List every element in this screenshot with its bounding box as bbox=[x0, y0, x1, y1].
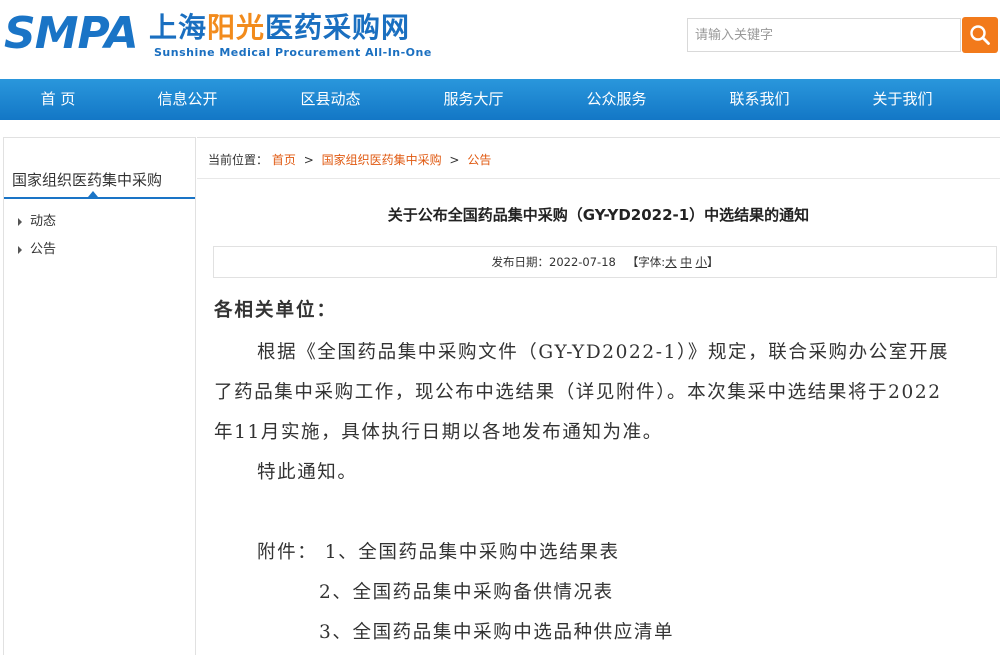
sidebar-item-news[interactable]: 动态 bbox=[4, 208, 195, 236]
article-paragraph-line: 年11月实施，具体执行日期以各地发布通知为准。 bbox=[214, 422, 663, 443]
font-size-small-link[interactable]: 小 bbox=[696, 255, 708, 269]
publish-date: 2022-07-18 bbox=[549, 255, 616, 269]
font-size-medium-link[interactable]: 中 bbox=[680, 255, 692, 269]
sidebar-item-label: 公告 bbox=[30, 242, 57, 257]
sidebar-title: 国家组织医药集中采购 bbox=[4, 165, 195, 199]
nav-service-hall[interactable]: 服务大厅 bbox=[402, 79, 545, 120]
main-content: 当前位置： 首页 > 国家组织医药集中采购 > 公告 关于公布全国药品集中采购（… bbox=[197, 137, 1000, 655]
caret-right-icon bbox=[18, 246, 22, 254]
search-icon bbox=[970, 25, 990, 45]
publish-label: 发布日期： bbox=[491, 255, 550, 269]
font-size-large-link[interactable]: 大 bbox=[665, 255, 677, 269]
nav-contact-us[interactable]: 联系我们 bbox=[688, 79, 831, 120]
font-size-label-end: 】 bbox=[707, 255, 719, 269]
sidebar: 国家组织医药集中采购 动态 公告 bbox=[3, 137, 196, 655]
article-notice: 特此通知。 bbox=[257, 462, 358, 483]
sidebar-title-caret-icon bbox=[88, 191, 98, 197]
nav-public-service[interactable]: 公众服务 bbox=[545, 79, 688, 120]
nav-info-disclosure[interactable]: 信息公开 bbox=[116, 79, 259, 120]
breadcrumb-divider bbox=[197, 178, 1000, 179]
sidebar-item-announcements[interactable]: 公告 bbox=[4, 236, 195, 264]
site-header: SMPA 上海阳光医药采购网 Sunshine Medical Procurem… bbox=[0, 0, 1000, 78]
breadcrumb-prefix: 当前位置： bbox=[208, 153, 269, 167]
attachment-item: 3、全国药品集中采购中选品种供应清单 bbox=[319, 622, 675, 643]
search-button[interactable] bbox=[962, 17, 998, 53]
nav-about-us[interactable]: 关于我们 bbox=[831, 79, 974, 120]
logo-abbr: SMPA bbox=[4, 8, 139, 59]
nav-district-news[interactable]: 区县动态 bbox=[259, 79, 402, 120]
logo-english-name: Sunshine Medical Procurement All-In-One bbox=[154, 46, 432, 59]
breadcrumb-separator: > bbox=[303, 153, 314, 167]
caret-right-icon bbox=[18, 218, 22, 226]
site-logo[interactable]: SMPA 上海阳光医药采购网 Sunshine Medical Procurem… bbox=[4, 8, 431, 68]
main-nav: 首 页 信息公开 区县动态 服务大厅 公众服务 联系我们 关于我们 bbox=[0, 79, 1000, 120]
breadcrumb-category-link[interactable]: 国家组织医药集中采购 bbox=[322, 153, 442, 167]
search-box bbox=[687, 18, 961, 52]
sidebar-item-label: 动态 bbox=[30, 214, 57, 229]
article-meta: 发布日期：2022-07-18 【字体:大 中 小】 bbox=[213, 246, 997, 278]
article-title: 关于公布全国药品集中采购（GY-YD2022-1）中选结果的通知 bbox=[387, 206, 810, 224]
breadcrumb-separator: > bbox=[449, 153, 460, 167]
font-size-label: 【字体: bbox=[626, 255, 666, 269]
breadcrumb: 当前位置： 首页 > 国家组织医药集中采购 > 公告 bbox=[208, 151, 491, 168]
nav-home[interactable]: 首 页 bbox=[0, 79, 116, 120]
attachment-item: 附件： 1、全国药品集中采购中选结果表 bbox=[257, 542, 620, 563]
breadcrumb-home-link[interactable]: 首页 bbox=[272, 153, 296, 167]
attachment-item: 2、全国药品集中采购备供情况表 bbox=[319, 582, 614, 603]
logo-chinese-name: 上海阳光医药采购网 bbox=[149, 11, 411, 44]
article-greeting: 各相关单位： bbox=[214, 300, 338, 321]
search-input[interactable] bbox=[688, 19, 960, 51]
sidebar-list: 动态 公告 bbox=[4, 208, 195, 264]
article-paragraph-line: 根据《全国药品集中采购文件（GY-YD2022-1）》规定，联合采购办公室开展 bbox=[257, 342, 950, 363]
breadcrumb-current-link[interactable]: 公告 bbox=[467, 153, 491, 167]
article-paragraph-line: 了药品集中采购工作，现公布中选结果（详见附件）。本次集采中选结果将于2022 bbox=[214, 382, 942, 403]
